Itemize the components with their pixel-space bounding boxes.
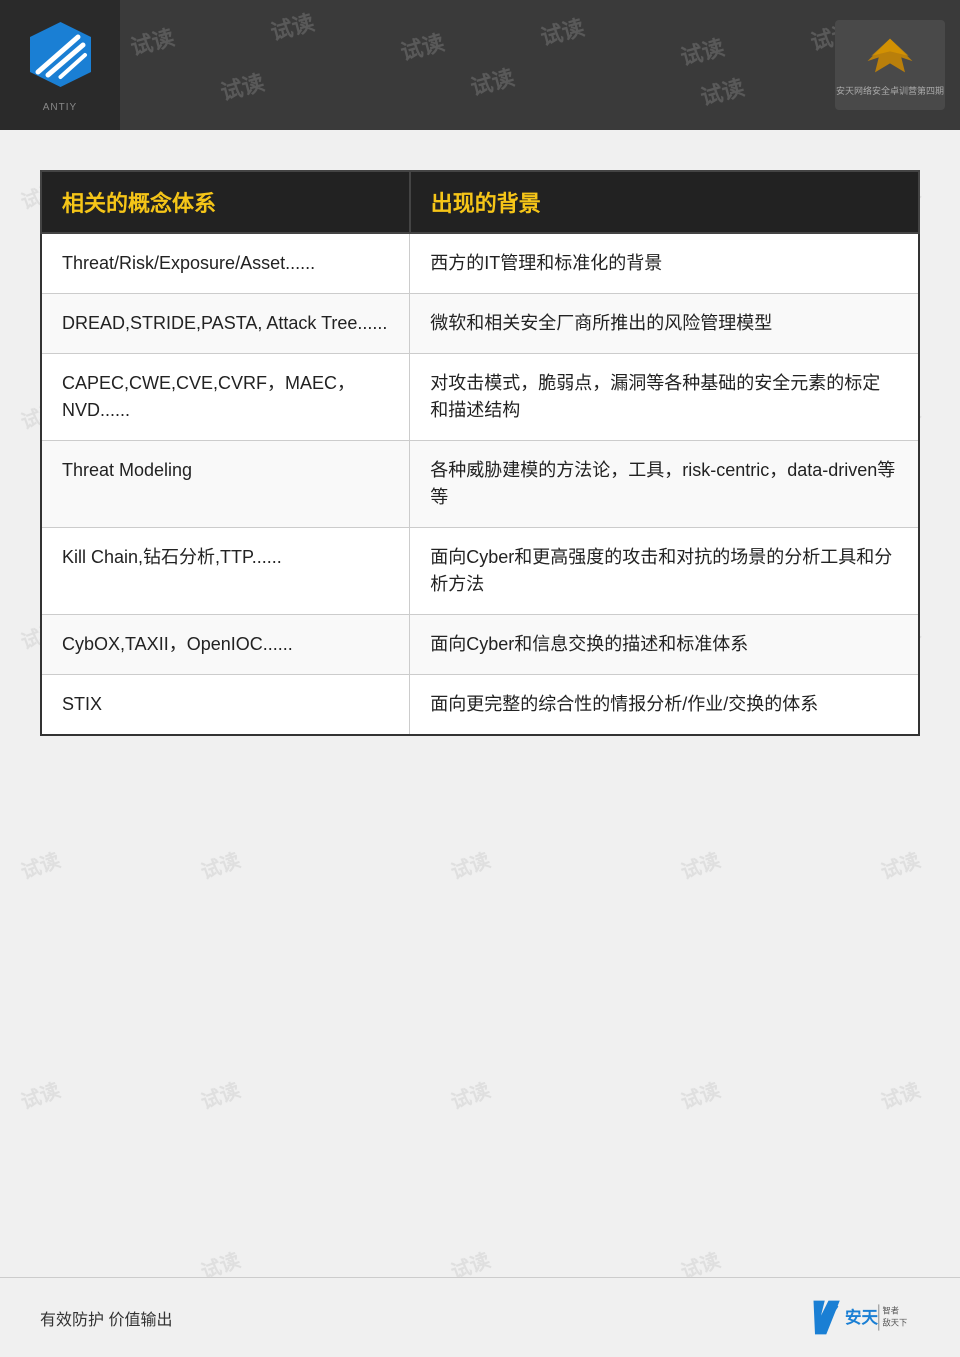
col2-header: 出现的背景 — [410, 171, 919, 233]
footer: 有效防护 价值输出 安天 智者 敌天下 — [0, 1277, 960, 1357]
table-row: Threat Modeling各种威胁建模的方法论，工具，risk-centri… — [41, 441, 919, 528]
table-cell-left-3: Threat Modeling — [41, 441, 410, 528]
header-watermark-6: 试读 — [807, 15, 835, 57]
body-watermark-21: 试读 — [196, 1074, 244, 1115]
table-row: CybOX,TAXII，OpenIOC......面向Cyber和信息交换的描述… — [41, 615, 919, 675]
table-cell-right-2: 对攻击模式，脆弱点，漏洞等各种基础的安全元素的标定和描述结构 — [410, 354, 919, 441]
logo-text: ANTIY — [43, 102, 77, 113]
header-watermark-9: 试读 — [697, 70, 748, 112]
logo-icon — [23, 17, 98, 97]
body-watermark-18: 试读 — [676, 844, 724, 885]
body-watermark-16: 试读 — [196, 844, 244, 885]
header-watermark-4: 试读 — [537, 10, 588, 52]
header-watermark-5: 试读 — [677, 30, 728, 72]
concept-table: 相关的概念体系 出现的背景 Threat/Risk/Exposure/Asset… — [40, 170, 920, 736]
table-cell-right-6: 面向更完整的综合性的情报分析/作业/交换的体系 — [410, 675, 919, 736]
table-cell-left-2: CAPEC,CWE,CVE,CVRF，MAEC，NVD...... — [41, 354, 410, 441]
table-cell-left-4: Kill Chain,钻石分析,TTP...... — [41, 528, 410, 615]
svg-text:敌天下: 敌天下 — [883, 1317, 908, 1327]
body-watermark-19: 试读 — [876, 844, 924, 885]
table-row: DREAD,STRIDE,PASTA, Attack Tree......微软和… — [41, 294, 919, 354]
table-row: CAPEC,CWE,CVE,CVRF，MAEC，NVD......对攻击模式，脆… — [41, 354, 919, 441]
header-watermark-7: 试读 — [217, 65, 268, 107]
svg-text:智者: 智者 — [883, 1305, 900, 1315]
header-watermark-2: 试读 — [267, 5, 318, 47]
header-watermark-area: 试读 试读 试读 试读 试读 试读 试读 试读 试读 — [120, 0, 835, 130]
table-cell-right-3: 各种威胁建模的方法论，工具，risk-centric，data-driven等等 — [410, 441, 919, 528]
body-watermark-20: 试读 — [16, 1074, 64, 1115]
table-cell-right-0: 西方的IT管理和标准化的背景 — [410, 233, 919, 294]
body-watermark-15: 试读 — [16, 844, 64, 885]
logo-area: ANTIY — [0, 0, 120, 130]
header-watermark-8: 试读 — [467, 60, 518, 102]
header-watermark-3: 试读 — [397, 25, 448, 67]
table-row: Kill Chain,钻石分析,TTP......面向Cyber和更高强度的攻击… — [41, 528, 919, 615]
table-cell-left-5: CybOX,TAXII，OpenIOC...... — [41, 615, 410, 675]
table-row: Threat/Risk/Exposure/Asset......西方的IT管理和… — [41, 233, 919, 294]
right-logo-icon — [836, 33, 944, 81]
table-cell-right-4: 面向Cyber和更高强度的攻击和对抗的场景的分析工具和分析方法 — [410, 528, 919, 615]
body-watermark-24: 试读 — [876, 1074, 924, 1115]
footer-left-text: 有效防护 价值输出 — [40, 1306, 172, 1330]
body-watermark-23: 试读 — [676, 1074, 724, 1115]
footer-logo: 安天 智者 敌天下 — [800, 1295, 920, 1340]
main-content: 相关的概念体系 出现的背景 Threat/Risk/Exposure/Asset… — [0, 130, 960, 766]
table-cell-left-1: DREAD,STRIDE,PASTA, Attack Tree...... — [41, 294, 410, 354]
table-cell-right-1: 微软和相关安全厂商所推出的风险管理模型 — [410, 294, 919, 354]
header-subtitle: 安天网络安全卓训营第四期 — [836, 84, 944, 97]
table-cell-left-0: Threat/Risk/Exposure/Asset...... — [41, 233, 410, 294]
svg-text:安天: 安天 — [845, 1307, 879, 1327]
col1-header: 相关的概念体系 — [41, 171, 410, 233]
body-watermark-17: 试读 — [446, 844, 494, 885]
header-right-logo: 安天网络安全卓训营第四期 — [835, 20, 945, 110]
header: ANTIY 试读 试读 试读 试读 试读 试读 试读 试读 试读 安天网络安全卓… — [0, 0, 960, 130]
header-watermark-1: 试读 — [127, 20, 178, 62]
table-cell-right-5: 面向Cyber和信息交换的描述和标准体系 — [410, 615, 919, 675]
table-row: STIX面向更完整的综合性的情报分析/作业/交换的体系 — [41, 675, 919, 736]
body-watermark-22: 试读 — [446, 1074, 494, 1115]
table-cell-left-6: STIX — [41, 675, 410, 736]
